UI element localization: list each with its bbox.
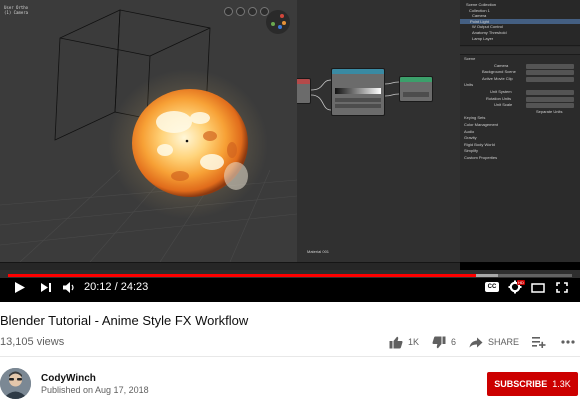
emission-node[interactable]	[399, 76, 433, 102]
prop-field[interactable]	[526, 76, 574, 82]
subscribe-label: SUBSCRIBE	[494, 379, 548, 389]
prop-label: Unit System	[490, 88, 512, 94]
captions-button[interactable]: CC	[485, 282, 499, 292]
time-separator: /	[114, 281, 118, 293]
more-actions-icon[interactable]	[561, 340, 575, 344]
fullscreen-icon[interactable]	[556, 282, 568, 293]
volume-icon[interactable]	[62, 281, 76, 294]
pan-icon[interactable]	[236, 7, 245, 16]
prop-section[interactable]: Custom Properties	[464, 155, 580, 162]
publish-date: Published on Aug 17, 2018	[41, 385, 149, 395]
blender-3d-viewport: User Ortho (1) Camera	[0, 0, 297, 262]
prop-field[interactable]	[526, 103, 574, 109]
like-count: 1K	[408, 337, 420, 347]
prop-section[interactable]: Simplify	[464, 148, 580, 155]
outliner-item[interactable]: Lamp Layer	[466, 36, 580, 42]
prop-section[interactable]: Scene	[464, 56, 580, 63]
time-total: 24:23	[120, 281, 149, 293]
blender-timeline-header	[0, 262, 460, 270]
prop-label: Units	[464, 82, 474, 88]
time-display: 20:12 / 24:23	[84, 281, 148, 293]
prop-label: Audio	[464, 128, 475, 134]
prop-row: Camera	[464, 63, 580, 70]
video-player[interactable]: User Ortho (1) Camera Material 001 Scene…	[0, 0, 580, 302]
camera-view-icon[interactable]	[248, 7, 257, 16]
youtube-watch-page: User Ortho (1) Camera Material 001 Scene…	[0, 0, 580, 409]
hd-badge: HD	[517, 280, 525, 285]
dislike-count: 6	[451, 337, 457, 347]
prop-row: Unit System	[464, 89, 580, 96]
prop-section[interactable]: Gravity	[464, 135, 580, 142]
prop-section[interactable]: Audio	[464, 129, 580, 136]
input-node[interactable]	[297, 78, 311, 104]
prop-section[interactable]: Color Management	[464, 122, 580, 129]
avatar-image	[0, 368, 31, 399]
channel-avatar[interactable]	[0, 368, 31, 399]
view-count: 13,105 views	[0, 336, 65, 348]
prop-label: Gravity	[464, 135, 477, 141]
video-title: Blender Tutorial - Anime Style FX Workfl…	[0, 313, 249, 328]
prop-label: Keying Sets	[464, 115, 486, 121]
prop-label: Custom Properties	[464, 154, 498, 160]
prop-section[interactable]: Keying Sets	[464, 115, 580, 122]
share-arrow-icon	[469, 337, 483, 347]
share-button[interactable]: SHARE	[469, 337, 519, 348]
node-links	[310, 79, 400, 111]
channel-name[interactable]: CodyWinch	[41, 373, 96, 384]
prop-row: Rotation Units	[464, 96, 580, 103]
outliner: Scene Collection Collection 1 Camera Poi…	[460, 0, 580, 46]
prop-row: Unit Scale	[464, 102, 580, 109]
prop-field[interactable]	[526, 96, 574, 102]
zoom-icon[interactable]	[224, 7, 233, 16]
prop-section[interactable]: Rigid Body World	[464, 142, 580, 149]
properties-body: Scene Camera Background Scene Active Mov…	[460, 56, 580, 162]
thumbs-down-icon	[432, 336, 446, 348]
prop-label: Separate Units	[536, 108, 563, 114]
share-label: SHARE	[488, 337, 520, 347]
blender-properties-panel: Scene Collection Collection 1 Camera Poi…	[460, 0, 580, 262]
colorramp-node[interactable]	[331, 68, 385, 116]
divider	[0, 356, 580, 357]
prop-label: Camera	[494, 62, 509, 68]
prop-row: Background Scene	[464, 69, 580, 76]
prop-label: Rotation Units	[486, 95, 512, 101]
prop-section[interactable]: Units	[464, 82, 580, 89]
axis-gizmo-icon[interactable]	[266, 10, 290, 34]
prop-label: Color Management	[464, 121, 499, 127]
prop-label: Unit Scale	[494, 102, 513, 108]
prop-label: Active Movie Clip	[482, 75, 513, 81]
prop-label: Scene	[464, 56, 476, 61]
like-button[interactable]: 1K	[389, 336, 419, 349]
subscriber-count: 1.3K	[552, 379, 571, 389]
prop-field[interactable]	[526, 63, 574, 69]
play-icon[interactable]	[14, 281, 26, 294]
next-icon[interactable]	[40, 282, 52, 293]
prop-label: Simplify	[464, 148, 479, 154]
prop-label: Background Scene	[482, 69, 516, 75]
viewport-scene	[0, 9, 297, 262]
progress-played	[8, 274, 476, 277]
add-to-playlist-icon[interactable]	[532, 336, 546, 348]
blender-node-editor: Material 001	[297, 0, 460, 262]
theater-mode-icon[interactable]	[531, 283, 545, 293]
time-current: 20:12	[84, 281, 112, 293]
prop-field[interactable]	[526, 89, 574, 95]
node-editor-label: Material 001	[307, 249, 330, 254]
thumbs-up-icon	[389, 336, 403, 348]
prop-label: Rigid Body World	[464, 141, 495, 147]
viewport-nav-buttons	[224, 7, 269, 16]
prop-row: Active Movie Clip	[464, 76, 580, 83]
prop-field[interactable]	[526, 70, 574, 76]
prop-row: Separate Units	[464, 109, 580, 116]
dislike-button[interactable]: 6	[432, 336, 456, 349]
video-actions: 1K 6 SHARE	[389, 333, 575, 351]
properties-tabs[interactable]	[460, 47, 580, 55]
subscribe-button[interactable]: SUBSCRIBE 1.3K	[487, 372, 578, 396]
